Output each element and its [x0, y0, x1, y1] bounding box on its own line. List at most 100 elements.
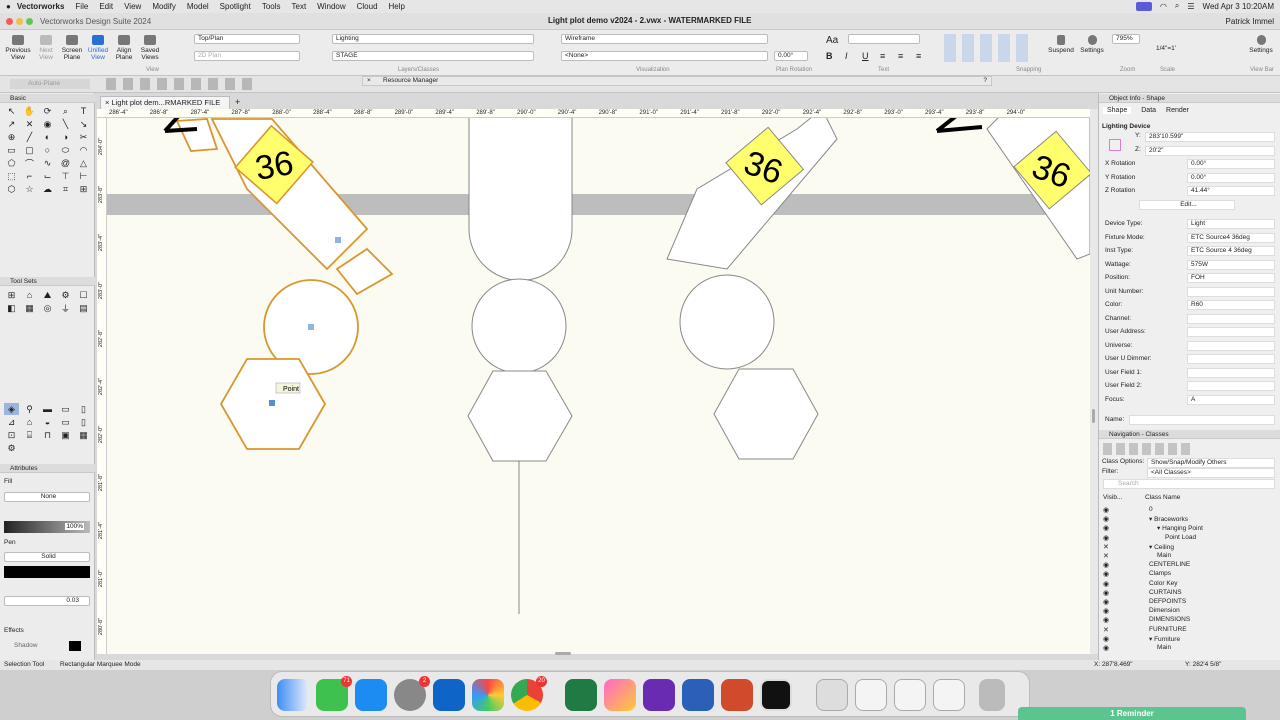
- fill-opacity-slider[interactable]: 100%: [4, 521, 90, 533]
- selection-mode-buttons[interactable]: [106, 78, 256, 90]
- menu-cloud[interactable]: Cloud: [357, 2, 378, 11]
- spotlight-position-icon[interactable]: ▬: [40, 403, 55, 415]
- spotlight-label-icon[interactable]: ▯: [76, 403, 91, 415]
- eye-icon[interactable]: ◉: [1103, 598, 1109, 606]
- plan-rotation-field[interactable]: 0.00°: [774, 51, 808, 61]
- class-name[interactable]: ▾ Hanging Point: [1157, 524, 1203, 532]
- oip-row-value[interactable]: 41.44°: [1187, 186, 1275, 196]
- scale-value[interactable]: 1/4"=1': [1156, 45, 1176, 52]
- shadow-color-swatch[interactable]: [69, 641, 81, 651]
- font-icon[interactable]: Aa: [826, 35, 838, 46]
- viewbar-settings-button[interactable]: Settings: [1246, 35, 1276, 54]
- zoom-tool-icon[interactable]: ⌕: [58, 105, 73, 117]
- class-name[interactable]: Dimension: [1149, 607, 1180, 614]
- document-tab[interactable]: × Light plot dem...RMARKED FILE: [100, 96, 230, 109]
- oip-row-value[interactable]: [1187, 354, 1275, 364]
- class-name[interactable]: Main: [1157, 644, 1171, 651]
- line-weight-field[interactable]: 0.03: [4, 596, 90, 606]
- visualization-dropdown[interactable]: <None>: [561, 51, 768, 61]
- outlook-icon[interactable]: [433, 679, 465, 711]
- drawing-area[interactable]: 36 Point 36 36: [97, 109, 1090, 654]
- y-field[interactable]: 283'10.599": [1145, 132, 1275, 142]
- eye-icon[interactable]: ◉: [1103, 561, 1109, 569]
- offset-tool-icon[interactable]: ✕: [22, 118, 37, 130]
- selection-tool-icon[interactable]: ↖: [4, 105, 19, 117]
- chamfer-tool-icon[interactable]: ⌙: [40, 170, 55, 182]
- filter-dropdown[interactable]: <All Classes>: [1147, 468, 1275, 478]
- eye-icon[interactable]: ◉: [1103, 515, 1109, 523]
- pen-style-dropdown[interactable]: Solid: [4, 552, 90, 562]
- menu-tools[interactable]: Tools: [262, 2, 281, 11]
- text-tool-icon[interactable]: T: [76, 105, 91, 117]
- locus-tool-icon[interactable]: ⊕: [4, 131, 19, 143]
- class-name[interactable]: Color Key: [1149, 580, 1178, 587]
- recent-window-2[interactable]: [855, 679, 887, 711]
- bold-icon[interactable]: B: [826, 51, 833, 61]
- eyedropper-tool-icon[interactable]: ◉: [40, 118, 55, 130]
- class-options-dropdown[interactable]: Show/Snap/Modify Others: [1147, 458, 1275, 468]
- zoom-field[interactable]: 795%: [1112, 34, 1140, 44]
- pen-color-swatch[interactable]: [4, 566, 90, 578]
- wifi-icon[interactable]: ◠: [1160, 2, 1167, 11]
- tab-data[interactable]: Data: [1141, 107, 1156, 114]
- oip-row-value[interactable]: [1187, 340, 1275, 351]
- recent-window-3[interactable]: [894, 679, 926, 711]
- callout-tool-icon[interactable]: ⌗: [58, 183, 73, 195]
- eye-icon[interactable]: ◉: [1103, 616, 1109, 624]
- oip-row-value[interactable]: FOH: [1187, 273, 1275, 283]
- search-icon[interactable]: ⌕: [1175, 1, 1179, 11]
- photos-app-icon[interactable]: [604, 679, 636, 711]
- class-name[interactable]: ▾ Ceiling: [1149, 543, 1174, 551]
- pan-tool-icon[interactable]: ✋: [22, 105, 37, 117]
- double-line-tool-icon[interactable]: ╱: [22, 131, 37, 143]
- plane-dropdown[interactable]: 2D Plan: [194, 51, 300, 61]
- spotlight-speaker-icon[interactable]: ▯: [76, 416, 91, 428]
- eye-icon[interactable]: ◉: [1103, 506, 1109, 514]
- class-dropdown[interactable]: STAGE: [332, 51, 534, 61]
- previous-view-button[interactable]: Previous View: [4, 35, 32, 61]
- launchpad-icon[interactable]: [472, 679, 504, 711]
- eye-icon[interactable]: ◉: [1103, 534, 1109, 542]
- eye-icon[interactable]: ◉: [1103, 607, 1109, 615]
- vectorworks-icon[interactable]: [760, 679, 792, 711]
- menu-model[interactable]: Model: [187, 2, 209, 11]
- class-name[interactable]: DEFPOINTS: [1149, 598, 1186, 605]
- minimize-window-dot[interactable]: [16, 18, 23, 25]
- underline-icon[interactable]: U: [862, 51, 869, 61]
- class-name[interactable]: ▾ Braceworks: [1149, 515, 1188, 523]
- toolset-building-icon[interactable]: ⌂: [22, 289, 37, 301]
- render-mode-dropdown[interactable]: Wireframe: [561, 34, 768, 44]
- nav-tabs[interactable]: [1103, 443, 1193, 455]
- class-name[interactable]: CENTERLINE: [1149, 561, 1190, 568]
- toolset-detail-icon[interactable]: ⚙: [58, 289, 73, 301]
- oip-row-value[interactable]: ETC Source 4 36deg: [1187, 246, 1275, 256]
- basic-palette-header[interactable]: Basic: [0, 94, 95, 103]
- eye-icon[interactable]: ◉: [1103, 644, 1109, 652]
- registration-point-icon[interactable]: [1109, 139, 1121, 151]
- maximize-window-dot[interactable]: [26, 18, 33, 25]
- toolset-site-icon[interactable]: ⛰: [40, 289, 55, 301]
- align-center-icon[interactable]: ≡: [898, 51, 903, 61]
- snap-buttons[interactable]: [944, 34, 1028, 62]
- auto-plane-toggle[interactable]: Auto-Plane: [10, 79, 90, 89]
- connect-tool-icon[interactable]: ⊢: [76, 170, 91, 182]
- recent-window-1[interactable]: [816, 679, 848, 711]
- spiral-tool-icon[interactable]: @: [58, 157, 73, 169]
- col-visibility[interactable]: Visib...: [1103, 493, 1122, 503]
- oip-row-value[interactable]: R60: [1187, 300, 1275, 310]
- rotate-tool-icon[interactable]: ◐: [40, 131, 55, 143]
- oip-row-value[interactable]: Light: [1187, 219, 1275, 229]
- fillet-tool-icon[interactable]: ⌐: [22, 170, 37, 182]
- spotlight-screen-icon[interactable]: ▦: [76, 429, 91, 441]
- spotlight-seat-icon[interactable]: ⌂: [22, 416, 37, 428]
- next-view-button[interactable]: Next View: [34, 35, 58, 61]
- class-name[interactable]: ▾ Furniture: [1149, 635, 1180, 643]
- hexagon-tool-icon[interactable]: ⬡: [4, 183, 19, 195]
- align-left-icon[interactable]: ≡: [880, 51, 885, 61]
- close-icon[interactable]: ×: [367, 77, 371, 85]
- class-name[interactable]: Main: [1157, 552, 1171, 559]
- tool-sets-header[interactable]: Tool Sets: [0, 277, 95, 286]
- toolset-vis-icon[interactable]: ◎: [40, 302, 55, 314]
- tab-render[interactable]: Render: [1166, 107, 1189, 114]
- snap-settings-button[interactable]: Settings: [1078, 35, 1106, 54]
